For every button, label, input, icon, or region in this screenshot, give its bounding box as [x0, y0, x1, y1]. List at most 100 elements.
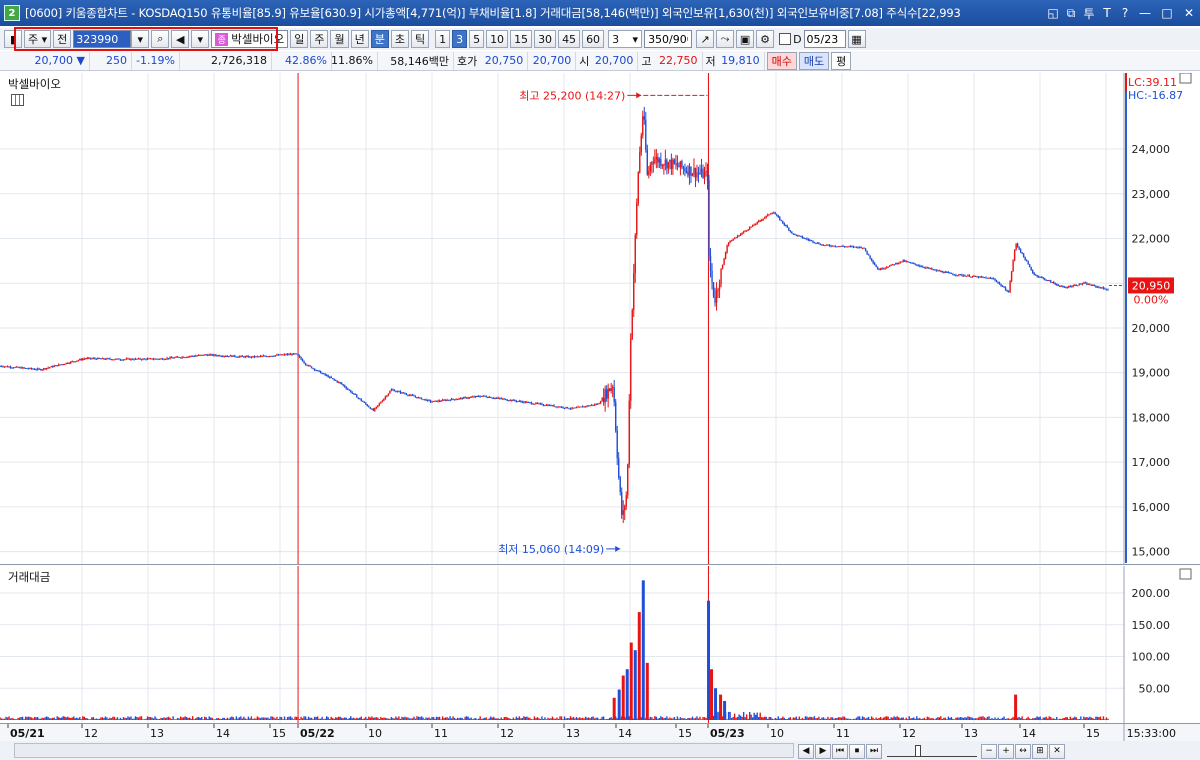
candle-body [219, 355, 221, 357]
candle-body [968, 275, 971, 277]
candle-body [50, 366, 52, 368]
flat-button[interactable]: 평 [831, 51, 852, 70]
volume-chart[interactable]: 200.00150.00100.0050.00 [0, 566, 1200, 724]
candle-body [499, 397, 501, 399]
candle-body [925, 267, 927, 269]
candle-body [804, 238, 807, 240]
volume-bar [777, 716, 779, 720]
interval-45[interactable]: 45 [558, 30, 581, 48]
panel-toggle-icon[interactable]: ▮ [4, 30, 22, 48]
speaker-icon[interactable]: ◀ [171, 30, 190, 48]
save-icon[interactable]: ▣ [736, 30, 755, 48]
price-chart[interactable]: 24,00023,00022,00021,00020,00019,00018,0… [0, 73, 1200, 565]
candle-body [1087, 283, 1090, 285]
candle-body [776, 214, 778, 216]
restore-layout-icon[interactable]: ◱ [1046, 4, 1060, 22]
stop-icon[interactable]: ⏹ [849, 743, 865, 759]
period-second[interactable]: 초 [390, 30, 409, 48]
last-icon[interactable]: ⏭ [866, 743, 882, 759]
period-week[interactable]: 주 [310, 30, 329, 48]
candle-body [664, 159, 667, 166]
interval-3[interactable]: 3 [452, 30, 468, 48]
candle-body [742, 231, 745, 233]
scroll-left-icon[interactable]: ◀ [798, 743, 814, 759]
zoom-out-icon[interactable]: − [981, 743, 997, 759]
period-year[interactable]: 년 [350, 30, 369, 48]
candle-body [837, 246, 840, 248]
volume-bar [207, 718, 209, 720]
interval-60[interactable]: 60 [582, 30, 605, 48]
interval-10[interactable]: 10 [486, 30, 509, 48]
interval-select[interactable]: 3 ▾ [608, 30, 643, 48]
volume-bar [396, 717, 399, 720]
volume-bar [532, 719, 534, 720]
buy-button[interactable]: 매수 [766, 51, 797, 70]
prev-button[interactable]: 전 [53, 30, 72, 48]
volume-bar [833, 718, 835, 720]
date-checkbox[interactable] [779, 33, 792, 45]
fit-icon[interactable]: ↔ [1015, 743, 1031, 759]
volume-bar [563, 716, 566, 720]
volume-bar [226, 717, 229, 720]
grid-icon[interactable] [11, 94, 24, 106]
candle-body [83, 358, 85, 360]
period-day[interactable]: 일 [290, 30, 309, 48]
candle-body [920, 266, 922, 268]
volume-bar [738, 714, 740, 720]
first-icon[interactable]: ⏮ [832, 743, 848, 759]
candle-body [882, 268, 885, 270]
volume-bar [806, 716, 808, 720]
calendar-icon[interactable]: ▦ [847, 30, 866, 48]
period-minute[interactable]: 분 [370, 30, 389, 48]
interval-30[interactable]: 30 [534, 30, 557, 48]
volume-bar [652, 718, 655, 720]
candle-body [907, 261, 909, 263]
volume-spike-bar [1014, 694, 1018, 720]
candle-body [916, 264, 918, 266]
period-tick[interactable]: 틱 [410, 30, 430, 48]
stock-name-box[interactable]: 종 박셀바이오 [211, 30, 289, 48]
market-type-select[interactable]: 주 ▾ [24, 30, 52, 48]
help-icon[interactable]: ? [1118, 4, 1132, 22]
zoom-slider[interactable] [887, 745, 977, 757]
candle-body [613, 387, 615, 403]
stock-code-input[interactable] [73, 30, 132, 48]
candle-body [1001, 285, 1004, 287]
search-icon[interactable]: ⌕ [151, 30, 170, 48]
reset-icon[interactable]: ✕ [1049, 743, 1065, 759]
volume-bar [741, 716, 743, 720]
zoom-in-icon[interactable]: + [998, 743, 1014, 759]
layout-icon[interactable]: ⊞ [1032, 743, 1048, 759]
candle-body [336, 380, 338, 383]
volume-bar [1069, 716, 1072, 720]
candle-body [726, 245, 728, 253]
minimize-icon[interactable]: — [1136, 4, 1154, 22]
speaker-dropdown-icon[interactable]: ▾ [191, 30, 210, 48]
interval-1[interactable]: 1 [435, 30, 451, 48]
period-month[interactable]: 월 [330, 30, 349, 48]
text-icon[interactable]: T [1100, 4, 1114, 22]
date-input[interactable] [803, 30, 846, 48]
zoom-slider-thumb[interactable] [915, 745, 921, 757]
candle-body [1107, 289, 1109, 291]
volume-bar [556, 717, 558, 720]
maximize-icon[interactable]: □ [1158, 4, 1176, 22]
close-icon[interactable]: ✕ [1180, 4, 1198, 22]
interval-5[interactable]: 5 [469, 30, 485, 48]
code-dropdown-icon[interactable]: ▾ [131, 30, 150, 48]
candle-body [962, 275, 965, 277]
indicator-icon[interactable]: ↗ [696, 30, 715, 48]
volume-bar [693, 718, 695, 720]
horizontal-scrollbar[interactable] [14, 743, 794, 758]
gear-icon[interactable]: ⚙ [756, 30, 775, 48]
volume-bar [1051, 718, 1053, 720]
interval-15[interactable]: 15 [510, 30, 533, 48]
sell-button[interactable]: 매도 [798, 51, 830, 70]
bar-count-input[interactable] [644, 30, 693, 48]
overlay-icon[interactable]: ⤳ [716, 30, 735, 48]
candle-body [273, 355, 275, 357]
candle-body [1041, 276, 1043, 278]
scroll-right-icon[interactable]: ▶ [815, 743, 831, 759]
invest-button[interactable]: 투 [1082, 4, 1096, 22]
copy-window-icon[interactable]: ⧉ [1064, 4, 1078, 22]
